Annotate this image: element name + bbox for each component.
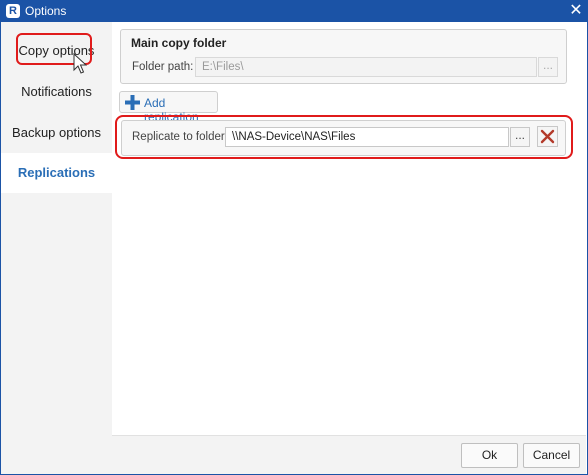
folder-path-field: E:\Files\	[195, 57, 537, 77]
title-bar: R Options ✕	[1, 1, 587, 22]
delete-replication-button[interactable]	[537, 126, 558, 147]
mouse-pointer-icon	[73, 53, 87, 74]
sidebar-item-label: Replications	[17, 165, 96, 180]
footer-bar: Ok Cancel	[112, 435, 586, 474]
delete-x-icon	[540, 129, 555, 144]
sidebar: Copy options Notifications Backup option…	[1, 22, 112, 474]
ok-button[interactable]: Ok	[461, 443, 518, 468]
plus-icon	[125, 95, 140, 110]
main-copy-folder-group: Main copy folder Folder path: E:\Files\ …	[120, 29, 567, 84]
add-replication-button[interactable]: Add replication	[119, 91, 218, 124]
close-button[interactable]: ✕	[565, 1, 587, 22]
sidebar-item-backup-options[interactable]: Backup options	[1, 113, 112, 153]
folder-browse-button: ...	[538, 57, 558, 77]
sidebar-item-replications[interactable]: Replications	[1, 153, 112, 193]
folder-path-label: Folder path:	[132, 61, 194, 73]
sidebar-item-label: Backup options	[12, 125, 101, 140]
cancel-button[interactable]: Cancel	[523, 443, 580, 468]
replicate-folder-input[interactable]: \\NAS-Device\NAS\Files	[225, 127, 509, 147]
sidebar-item-label: Notifications	[21, 84, 92, 99]
replicate-label: Replicate to folder:	[132, 131, 228, 143]
window-title: Options	[25, 4, 67, 18]
app-logo-icon: R	[6, 4, 20, 18]
sidebar-item-notifications[interactable]: Notifications	[1, 72, 112, 112]
group-title: Main copy folder	[131, 36, 227, 50]
close-icon: ✕	[569, 2, 583, 19]
replicate-browse-button[interactable]: ...	[510, 127, 530, 147]
replication-row: Replicate to folder: \\NAS-Device\NAS\Fi…	[121, 120, 566, 156]
